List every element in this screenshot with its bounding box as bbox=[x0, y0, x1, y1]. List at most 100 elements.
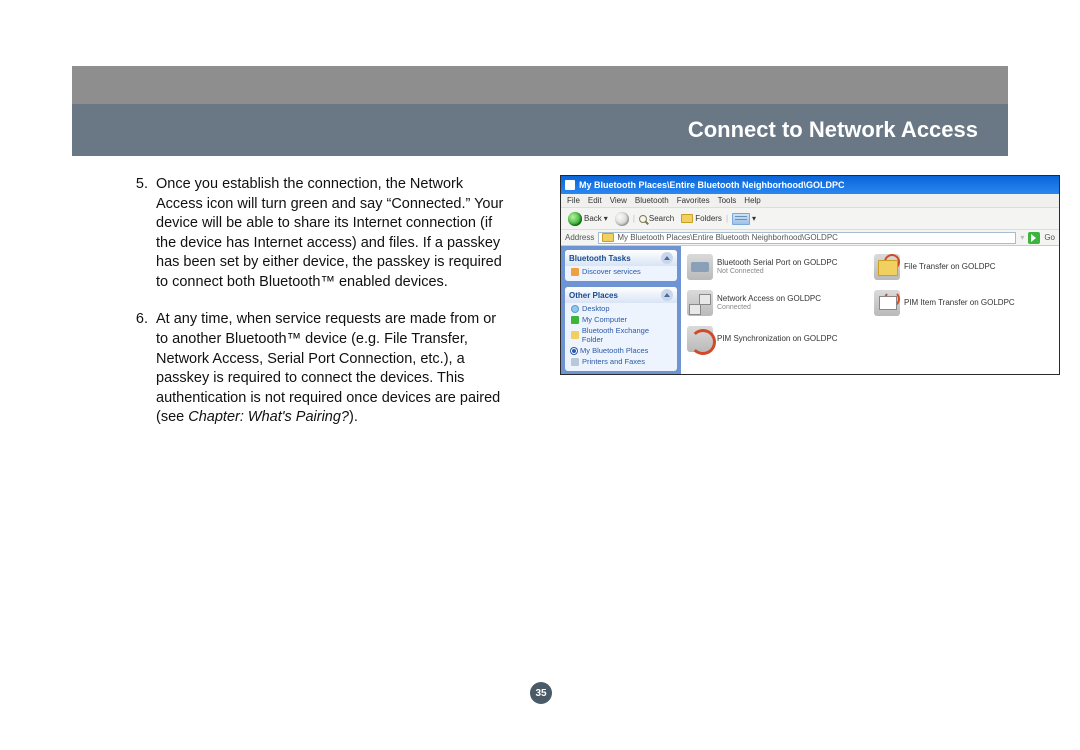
svc-label: File Transfer on GOLDPC bbox=[904, 263, 996, 272]
toolbar-sep: | bbox=[633, 214, 635, 223]
menu-view[interactable]: View bbox=[610, 196, 627, 205]
other-places-header[interactable]: Other Places bbox=[565, 287, 677, 303]
svc-label: Bluetooth Serial Port on GOLDPCNot Conne… bbox=[717, 259, 838, 275]
other-places-panel: Other Places Desktop My Computer Bluetoo… bbox=[565, 287, 677, 371]
svc-network-access[interactable]: Network Access on GOLDPCConnected bbox=[687, 286, 866, 320]
back-button[interactable]: Back ▾ bbox=[565, 211, 611, 227]
main-pane: Bluetooth Serial Port on GOLDPCNot Conne… bbox=[681, 246, 1059, 374]
forward-icon bbox=[615, 212, 629, 226]
svc-label: Network Access on GOLDPCConnected bbox=[717, 295, 821, 311]
svc-name: PIM Item Transfer on GOLDPC bbox=[904, 298, 1015, 307]
page-title: Connect to Network Access bbox=[688, 117, 978, 143]
step-text: At any time, when service requests are m… bbox=[156, 310, 508, 427]
address-value: My Bluetooth Places\Entire Bluetooth Nei… bbox=[617, 233, 838, 242]
menu-tools[interactable]: Tools bbox=[718, 196, 737, 205]
svc-pim-sync[interactable]: PIM Synchronization on GOLDPC bbox=[687, 322, 866, 356]
collapse-icon bbox=[661, 289, 673, 301]
menu-bar: File Edit View Bluetooth Favorites Tools… bbox=[561, 194, 1059, 208]
menu-favorites[interactable]: Favorites bbox=[677, 196, 710, 205]
svc-file-transfer[interactable]: File Transfer on GOLDPC bbox=[874, 250, 1053, 284]
panel-title: Other Places bbox=[569, 291, 618, 300]
work-area: Bluetooth Tasks Discover services Other … bbox=[561, 246, 1059, 374]
step-text-italic: Chapter: What's Pairing? bbox=[188, 409, 349, 425]
folders-label: Folders bbox=[695, 214, 722, 223]
folders-button[interactable]: Folders bbox=[678, 213, 725, 224]
back-label: Back bbox=[584, 214, 602, 223]
window-icon bbox=[565, 180, 575, 190]
step-5: 5. Once you establish the connection, th… bbox=[128, 175, 508, 292]
dropdown-icon[interactable]: ▾ bbox=[1020, 233, 1024, 242]
address-icon bbox=[602, 233, 614, 242]
place-label: Bluetooth Exchange Folder bbox=[582, 326, 671, 344]
body-text: 5. Once you establish the connection, th… bbox=[128, 175, 508, 446]
place-printers[interactable]: Printers and Faxes bbox=[565, 356, 677, 367]
svc-label: PIM Item Transfer on GOLDPC bbox=[904, 299, 1015, 308]
address-label: Address bbox=[565, 233, 594, 242]
step-number: 5. bbox=[128, 175, 156, 292]
views-icon bbox=[732, 213, 750, 225]
sidebar: Bluetooth Tasks Discover services Other … bbox=[561, 246, 681, 374]
place-desktop[interactable]: Desktop bbox=[565, 303, 677, 314]
pim-sync-icon bbox=[687, 326, 713, 352]
place-label: My Computer bbox=[582, 315, 627, 324]
serial-port-icon bbox=[687, 254, 713, 280]
toolbar: Back ▾ | Search Folders | ▾ bbox=[561, 208, 1059, 230]
title-bar: Connect to Network Access bbox=[72, 104, 1008, 156]
place-label: My Bluetooth Places bbox=[580, 346, 648, 355]
svc-name: Network Access on GOLDPC bbox=[717, 294, 821, 303]
panel-title: Bluetooth Tasks bbox=[569, 254, 631, 263]
svc-name: File Transfer on GOLDPC bbox=[904, 262, 996, 271]
place-bt-exchange[interactable]: Bluetooth Exchange Folder bbox=[565, 325, 677, 345]
network-access-icon bbox=[687, 290, 713, 316]
place-icon bbox=[571, 316, 579, 324]
place-my-computer[interactable]: My Computer bbox=[565, 314, 677, 325]
page-number-badge: 35 bbox=[530, 682, 552, 704]
svc-status: Not Connected bbox=[717, 268, 838, 276]
address-field[interactable]: My Bluetooth Places\Entire Bluetooth Nei… bbox=[598, 232, 1016, 244]
place-label: Printers and Faxes bbox=[582, 357, 645, 366]
menu-edit[interactable]: Edit bbox=[588, 196, 602, 205]
svc-status: Connected bbox=[717, 304, 821, 312]
place-icon bbox=[571, 331, 579, 339]
forward-button[interactable] bbox=[612, 211, 632, 227]
step-text: Once you establish the connection, the N… bbox=[156, 175, 508, 292]
document-page: Connect to Network Access 5. Once you es… bbox=[0, 0, 1080, 750]
step-6: 6. At any time, when service requests ar… bbox=[128, 310, 508, 427]
search-label: Search bbox=[649, 214, 674, 223]
go-button[interactable] bbox=[1028, 232, 1040, 244]
step-number: 6. bbox=[128, 310, 156, 427]
menu-bluetooth[interactable]: Bluetooth bbox=[635, 196, 669, 205]
svc-name: PIM Synchronization on GOLDPC bbox=[717, 334, 838, 343]
views-button[interactable]: ▾ bbox=[729, 212, 759, 226]
collapse-icon bbox=[661, 252, 673, 264]
menu-help[interactable]: Help bbox=[744, 196, 760, 205]
task-discover-services[interactable]: Discover services bbox=[565, 266, 677, 277]
go-label: Go bbox=[1044, 233, 1055, 242]
dropdown-icon: ▾ bbox=[752, 214, 756, 223]
svc-label: PIM Synchronization on GOLDPC bbox=[717, 335, 838, 344]
place-my-bt-places[interactable]: My Bluetooth Places bbox=[565, 345, 677, 356]
back-icon bbox=[568, 212, 582, 226]
address-bar: Address My Bluetooth Places\Entire Bluet… bbox=[561, 230, 1059, 246]
pim-item-icon bbox=[874, 290, 900, 316]
place-label: Desktop bbox=[582, 304, 610, 313]
menu-file[interactable]: File bbox=[567, 196, 580, 205]
search-icon bbox=[639, 215, 647, 223]
place-icon bbox=[571, 348, 577, 354]
svc-name: Bluetooth Serial Port on GOLDPC bbox=[717, 258, 838, 267]
search-button[interactable]: Search bbox=[636, 213, 677, 224]
file-transfer-icon bbox=[874, 254, 900, 280]
place-icon bbox=[571, 358, 579, 366]
toolbar-sep: | bbox=[726, 214, 728, 223]
dropdown-icon: ▾ bbox=[604, 214, 608, 223]
svc-serial-port[interactable]: Bluetooth Serial Port on GOLDPCNot Conne… bbox=[687, 250, 866, 284]
task-label: Discover services bbox=[582, 267, 641, 276]
window-titlebar[interactable]: My Bluetooth Places\Entire Bluetooth Nei… bbox=[561, 176, 1059, 194]
folder-icon bbox=[681, 214, 693, 223]
explorer-window: My Bluetooth Places\Entire Bluetooth Nei… bbox=[560, 175, 1060, 375]
svc-pim-item-transfer[interactable]: PIM Item Transfer on GOLDPC bbox=[874, 286, 1053, 320]
step-text-b: ). bbox=[349, 409, 358, 425]
bluetooth-tasks-panel: Bluetooth Tasks Discover services bbox=[565, 250, 677, 281]
window-title: My Bluetooth Places\Entire Bluetooth Nei… bbox=[579, 180, 845, 190]
bluetooth-tasks-header[interactable]: Bluetooth Tasks bbox=[565, 250, 677, 266]
